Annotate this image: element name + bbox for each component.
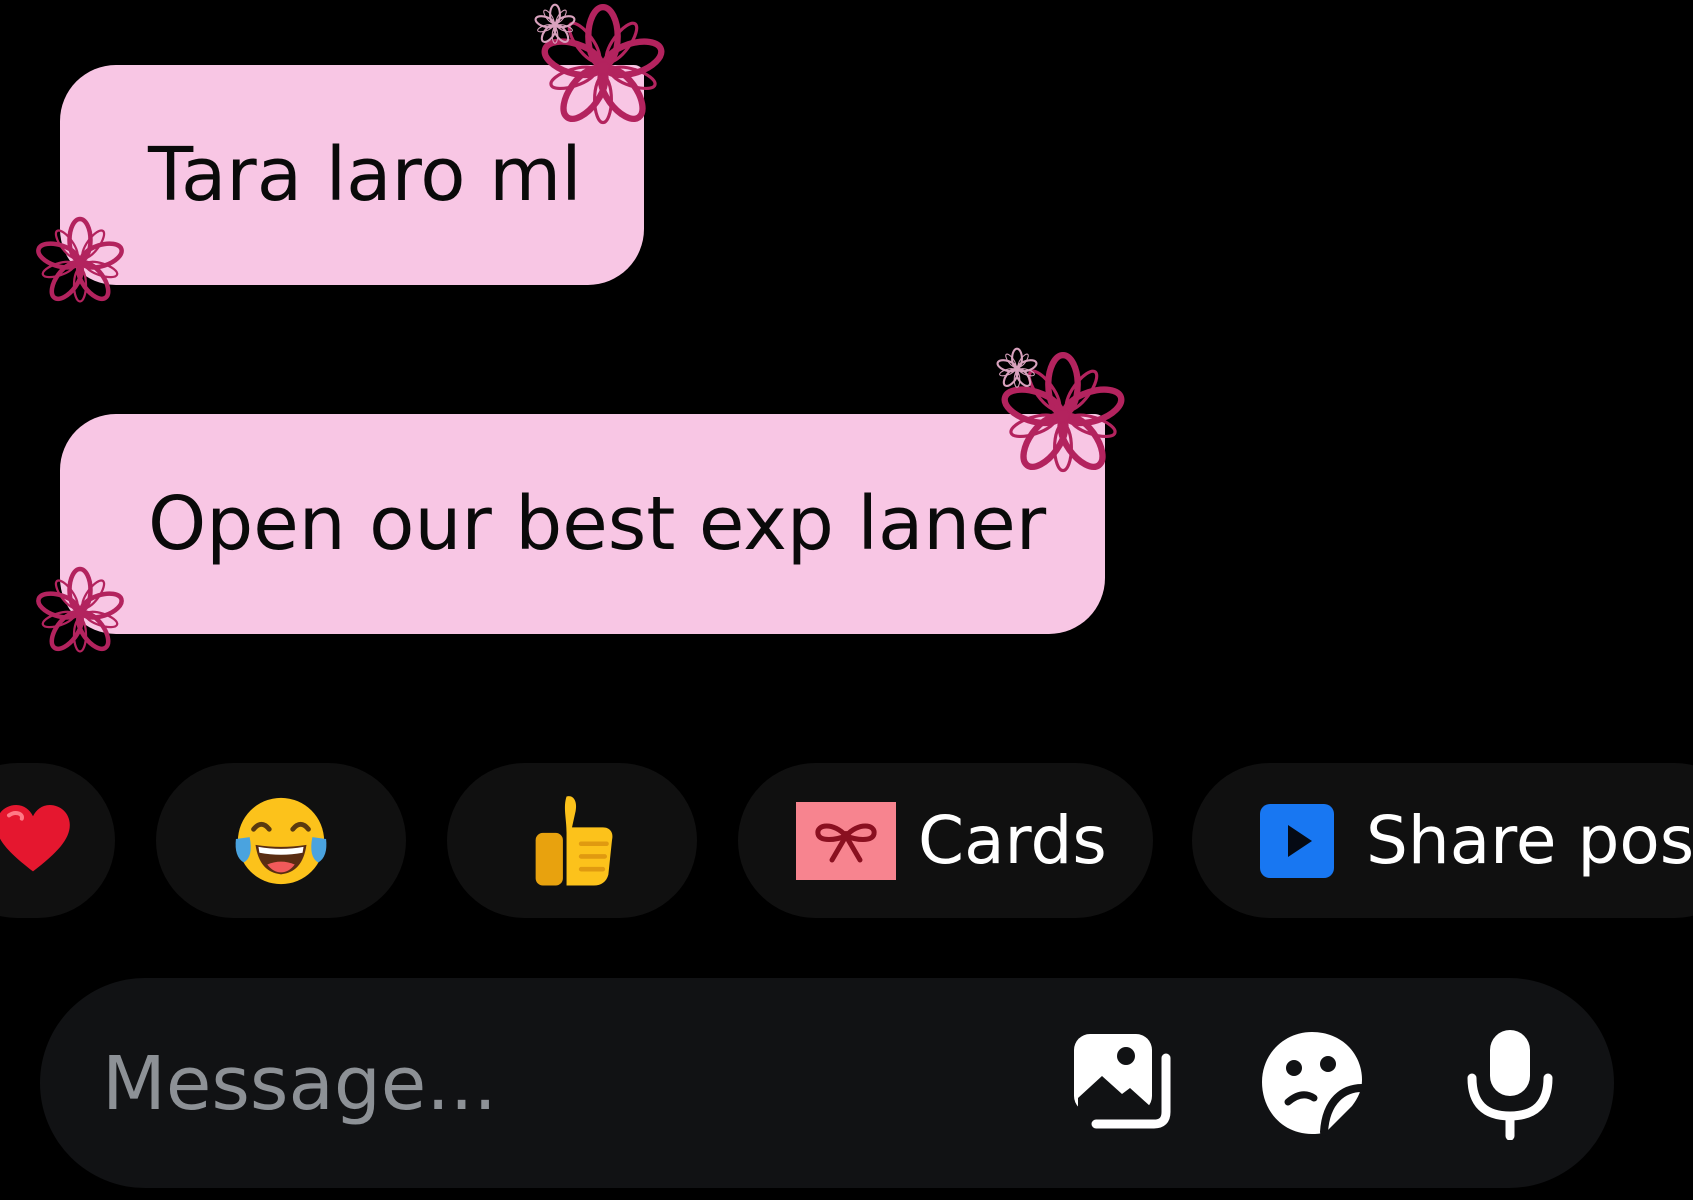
face-with-tears-of-joy-icon bbox=[235, 797, 327, 884]
small-flower-icon bbox=[533, 3, 577, 46]
thumbs-up-icon bbox=[535, 795, 613, 886]
flower-sticker-icon bbox=[20, 210, 140, 315]
gallery-icon[interactable] bbox=[1068, 1028, 1176, 1136]
quick-reply-heart[interactable] bbox=[0, 763, 115, 918]
heart-emoji-icon bbox=[0, 804, 70, 871]
sticker-icon[interactable] bbox=[1258, 1028, 1366, 1136]
small-flower-icon bbox=[995, 347, 1039, 390]
share-post-label: Share post bbox=[1366, 802, 1693, 879]
quick-reply-laugh[interactable] bbox=[156, 763, 406, 918]
flower-sticker-icon bbox=[20, 560, 140, 665]
message-composer bbox=[40, 978, 1614, 1188]
play-square-icon bbox=[1260, 803, 1334, 878]
message-bubble[interactable]: Open our best exp laner bbox=[60, 414, 1105, 634]
message-text: Open our best exp laner bbox=[148, 481, 1047, 567]
quick-reply-share-post[interactable]: Share post bbox=[1192, 763, 1693, 918]
microphone-icon[interactable] bbox=[1462, 1028, 1558, 1140]
quick-reply-thumbs-up[interactable] bbox=[447, 763, 697, 918]
message-input[interactable] bbox=[100, 1018, 1004, 1150]
cards-label: Cards bbox=[918, 802, 1107, 879]
quick-reply-cards[interactable]: Cards bbox=[738, 763, 1153, 918]
gift-card-bow-icon bbox=[796, 801, 896, 880]
message-text: Tara laro ml bbox=[148, 132, 582, 218]
